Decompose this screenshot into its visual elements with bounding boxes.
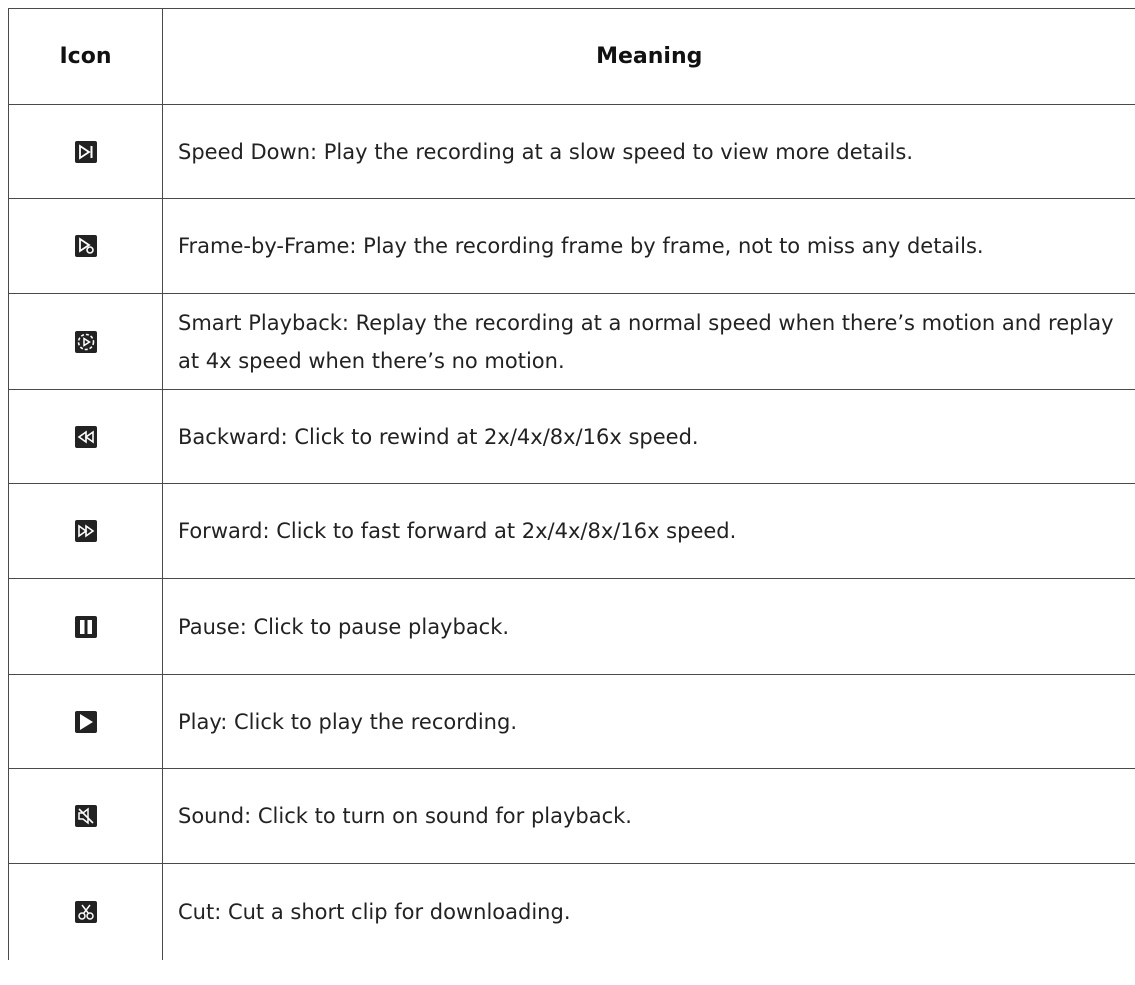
row-text: Forward: Click to fast forward at 2x/4x/… (162, 483, 1135, 579)
row-text: Sound: Click to turn on sound for playba… (162, 768, 1135, 864)
table-row: Cut: Cut a short clip for downloading. (8, 863, 1135, 960)
row-text: Smart Playback: Replay the recording at … (162, 293, 1135, 390)
sound-muted-icon (74, 805, 97, 827)
table-row: Forward: Click to fast forward at 2x/4x/… (8, 483, 1135, 579)
row-text: Speed Down: Play the recording at a slow… (162, 104, 1135, 199)
row-text: Backward: Click to rewind at 2x/4x/8x/16… (162, 389, 1135, 484)
icon-meaning-table: Icon Meaning Speed Down: Play the record… (8, 8, 1135, 960)
table-row: Sound: Click to turn on sound for playba… (8, 768, 1135, 864)
forward-icon (74, 520, 97, 542)
table-row: Speed Down: Play the recording at a slow… (8, 104, 1135, 199)
row-text: Pause: Click to pause playback. (162, 578, 1135, 675)
backward-icon (74, 425, 97, 448)
table-row: Frame-by-Frame: Play the recording frame… (8, 198, 1135, 294)
header-meaning: Meaning (162, 8, 1135, 105)
row-text: Play: Click to play the recording. (162, 674, 1135, 769)
table-header-row: Icon Meaning (8, 8, 1135, 105)
row-text: Frame-by-Frame: Play the recording frame… (162, 198, 1135, 294)
table-row: Smart Playback: Replay the recording at … (8, 293, 1135, 390)
pause-icon (74, 615, 97, 638)
header-icon: Icon (8, 8, 163, 105)
cut-icon (74, 900, 97, 923)
table-row: Play: Click to play the recording. (8, 674, 1135, 769)
table-row: Pause: Click to pause playback. (8, 578, 1135, 675)
speed-down-icon (74, 140, 97, 163)
play-icon (74, 710, 97, 733)
frame-by-frame-icon (74, 235, 97, 257)
table-row: Backward: Click to rewind at 2x/4x/8x/16… (8, 389, 1135, 484)
smart-playback-icon (74, 330, 97, 353)
row-text: Cut: Cut a short clip for downloading. (162, 863, 1135, 960)
